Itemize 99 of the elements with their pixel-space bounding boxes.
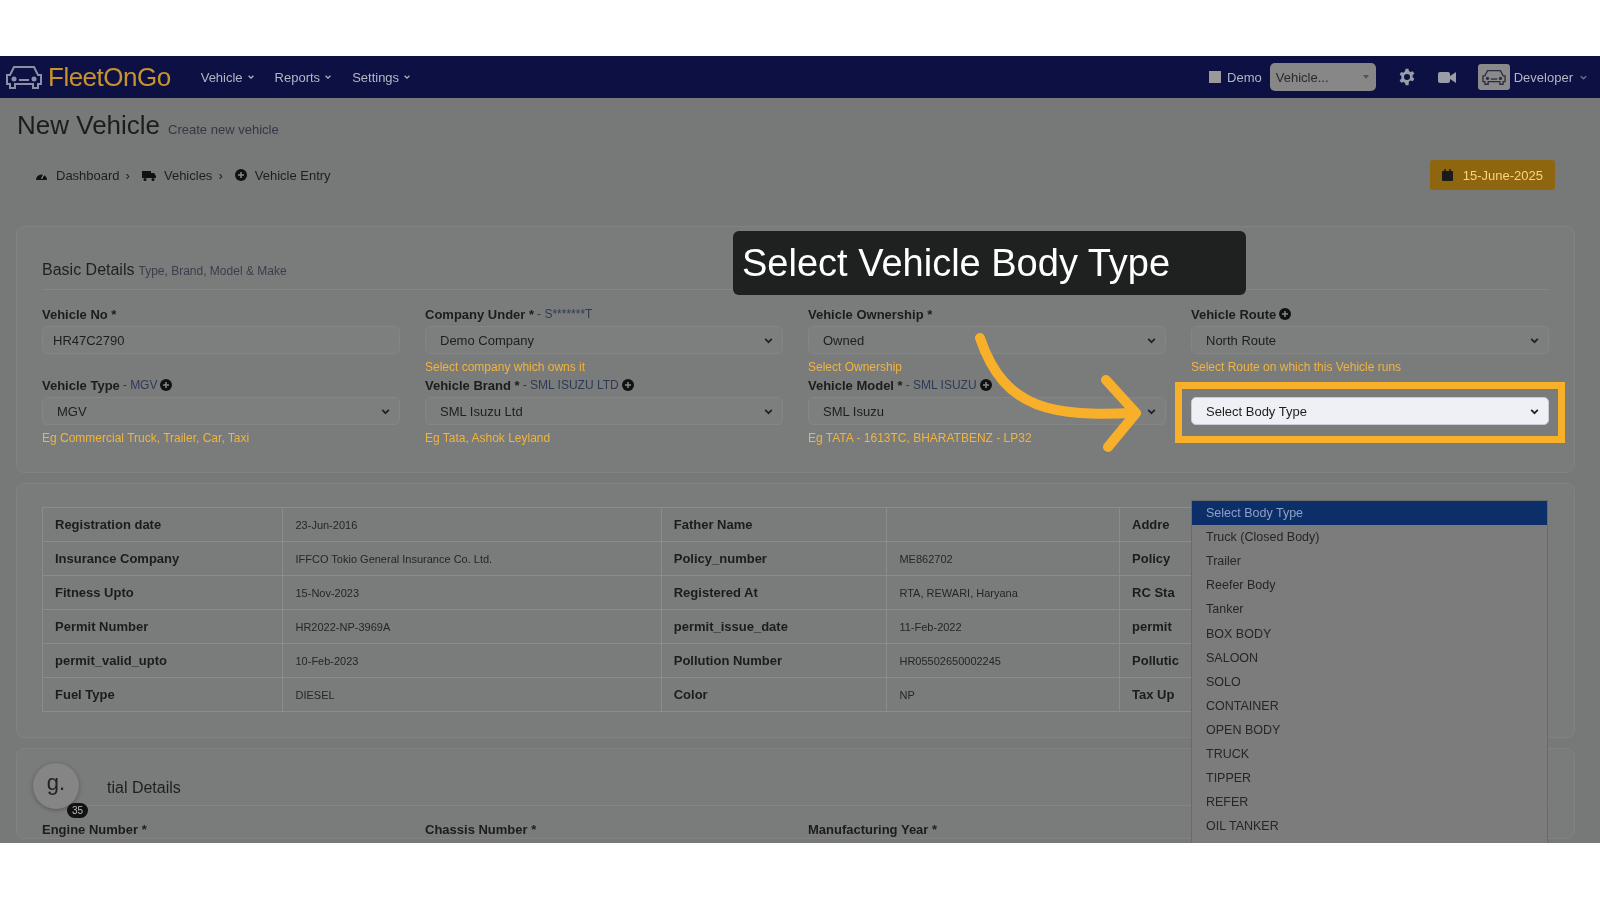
field-hint: Eg Commercial Truck, Trailer, Car, Taxi bbox=[42, 431, 251, 445]
field-label: Vehicle Type bbox=[42, 377, 120, 393]
dropdown-option[interactable]: REFER bbox=[1192, 790, 1547, 815]
field-name-cell: Registration date bbox=[42, 507, 283, 542]
dropdown-option[interactable]: OIL TANKER bbox=[1192, 814, 1547, 839]
value-cell: 11-Feb-2022 bbox=[886, 609, 1120, 644]
select-field[interactable]: MGV bbox=[42, 397, 400, 425]
field-name-cell: Father Name bbox=[661, 507, 887, 542]
value-cell: IFFCO Tokio General Insurance Co. Ltd. bbox=[283, 541, 662, 576]
field-note: - SML ISUZU bbox=[905, 378, 977, 392]
field-name-cell: Registered At bbox=[661, 575, 887, 610]
tour-caption: Select Vehicle Body Type bbox=[733, 231, 1246, 295]
user-menu[interactable]: Developer bbox=[1513, 69, 1588, 85]
field-name-cell: Fuel Type bbox=[42, 677, 283, 712]
field-label: Vehicle No * bbox=[42, 306, 117, 322]
field-label: Vehicle Ownership * bbox=[808, 306, 933, 322]
dropdown-option[interactable]: Trailer bbox=[1192, 549, 1547, 574]
value-cell: RTA, REWARI, Haryana bbox=[886, 575, 1120, 610]
field-note: - S*******T bbox=[537, 307, 593, 321]
field-label: Engine Number * bbox=[42, 822, 147, 837]
section-subtitle: Type, Brand, Model & Make bbox=[138, 264, 287, 278]
field-label: Manufacturing Year * bbox=[808, 822, 938, 837]
value-cell: HR2022-NP-3969A bbox=[283, 609, 662, 644]
value-cell: ME862702 bbox=[886, 541, 1120, 576]
field-hint: Select company which owns it bbox=[425, 360, 587, 374]
truck-icon bbox=[141, 169, 156, 181]
video-camera-icon[interactable] bbox=[1437, 70, 1456, 84]
dropdown-option[interactable]: TRUCK bbox=[1192, 741, 1547, 767]
chevron-down-icon bbox=[246, 73, 255, 81]
field-name-cell: permit_issue_date bbox=[661, 609, 887, 644]
value-cell: NP bbox=[886, 677, 1120, 712]
field-name-cell: Color bbox=[661, 677, 887, 712]
dropdown-option[interactable]: CONTAINER bbox=[1192, 693, 1547, 718]
nav-menu-item[interactable]: Settings bbox=[342, 69, 422, 85]
field-hint: Select Route on which this Vehicle runs bbox=[1191, 360, 1403, 374]
calendar-icon bbox=[1441, 169, 1453, 181]
breadcrumb-link[interactable]: Vehicle Entry bbox=[234, 167, 331, 183]
field-hint: Eg TATA - 1613TC, BHARATBENZ - LP32 bbox=[808, 431, 1033, 445]
settings-icon[interactable] bbox=[1397, 68, 1416, 86]
select-field[interactable]: Select Body Type bbox=[1191, 397, 1549, 425]
chevron-down-icon bbox=[324, 73, 333, 81]
field-hint: Select Ownership bbox=[808, 360, 904, 374]
field-note: - MGV bbox=[122, 378, 158, 392]
dropdown-option[interactable]: BOX BODY bbox=[1192, 621, 1547, 646]
field-hint: Eg Tata, Ashok Leyland bbox=[425, 431, 552, 445]
logo-text[interactable]: FleetOnGo bbox=[48, 61, 171, 93]
field-label: Vehicle Model * bbox=[808, 377, 903, 393]
dropdown-option[interactable]: SOLO bbox=[1192, 669, 1547, 694]
plus-circle-icon[interactable] bbox=[160, 379, 173, 391]
caret-icon bbox=[1361, 74, 1370, 80]
dropdown-option[interactable]: Truck (Closed Body) bbox=[1192, 525, 1547, 550]
value-cell: HR05502650002245 bbox=[886, 643, 1120, 678]
field-name-cell: Pollution Number bbox=[661, 643, 887, 678]
value-cell: 15-Nov-2023 bbox=[283, 575, 662, 610]
car-avatar-icon bbox=[1480, 67, 1507, 87]
text-field[interactable]: HR47C2790 bbox=[42, 326, 400, 354]
value-cell: DIESEL bbox=[283, 677, 662, 712]
plus-circle-icon bbox=[234, 169, 247, 181]
field-name-cell: Insurance Company bbox=[42, 541, 283, 576]
chevron-down-icon bbox=[403, 73, 412, 81]
plus-circle-icon[interactable] bbox=[1279, 308, 1292, 320]
breadcrumb-separator: › bbox=[218, 167, 223, 183]
demo-checkbox[interactable] bbox=[1209, 71, 1222, 83]
field-label: Vehicle Route bbox=[1191, 306, 1277, 322]
breadcrumb-link[interactable]: Vehicles bbox=[141, 167, 213, 183]
section-title: tial Details bbox=[107, 779, 181, 797]
field-name-cell: permit_valid_upto bbox=[42, 643, 283, 678]
field-label: Chassis Number * bbox=[425, 822, 537, 837]
field-label: Vehicle Brand * bbox=[425, 377, 520, 393]
page-subtitle: Create new vehicle bbox=[168, 122, 279, 137]
value-cell: 10-Feb-2023 bbox=[283, 643, 662, 678]
field-name-cell: Policy_number bbox=[661, 541, 887, 576]
field-label: Company Under * bbox=[425, 306, 535, 322]
demo-label: Demo bbox=[1227, 69, 1262, 85]
page-title: New Vehicle bbox=[17, 110, 161, 141]
dropdown-option[interactable]: Select Body Type bbox=[1192, 501, 1547, 526]
dropdown-option[interactable]: OPEN BODY bbox=[1192, 717, 1547, 742]
vehicle-select[interactable]: Vehicle... bbox=[1269, 63, 1376, 91]
select-field[interactable]: North Route bbox=[1191, 326, 1549, 354]
dropdown-option[interactable]: Tanker bbox=[1192, 597, 1547, 622]
car-icon bbox=[4, 63, 44, 91]
select-field[interactable]: Demo Company bbox=[425, 326, 783, 354]
breadcrumb-link[interactable]: Dashboard bbox=[35, 167, 120, 183]
plus-circle-icon[interactable] bbox=[979, 379, 992, 391]
value-cell: 23-Jun-2016 bbox=[283, 507, 662, 542]
nav-menu-item[interactable]: Vehicle bbox=[190, 69, 265, 85]
nav-menu-item[interactable]: Reports bbox=[264, 69, 343, 85]
field-name-cell: Permit Number bbox=[42, 609, 283, 644]
dropdown-option[interactable]: Reefer Body bbox=[1192, 573, 1547, 598]
plus-circle-icon[interactable] bbox=[621, 379, 634, 391]
field-name-cell: Fitness Upto bbox=[42, 575, 283, 610]
dropdown-option[interactable]: SALOON bbox=[1192, 645, 1547, 670]
field-note: - SML ISUZU LTD bbox=[522, 378, 619, 392]
breadcrumb-separator: › bbox=[125, 167, 130, 183]
dropdown-option[interactable]: TIPPER bbox=[1192, 766, 1547, 791]
select-field[interactable]: SML Isuzu Ltd bbox=[425, 397, 783, 425]
date-button[interactable]: 15-June-2025 bbox=[1429, 160, 1555, 190]
section-title: Basic Details bbox=[42, 261, 135, 279]
select-field[interactable]: Owned bbox=[808, 326, 1166, 354]
